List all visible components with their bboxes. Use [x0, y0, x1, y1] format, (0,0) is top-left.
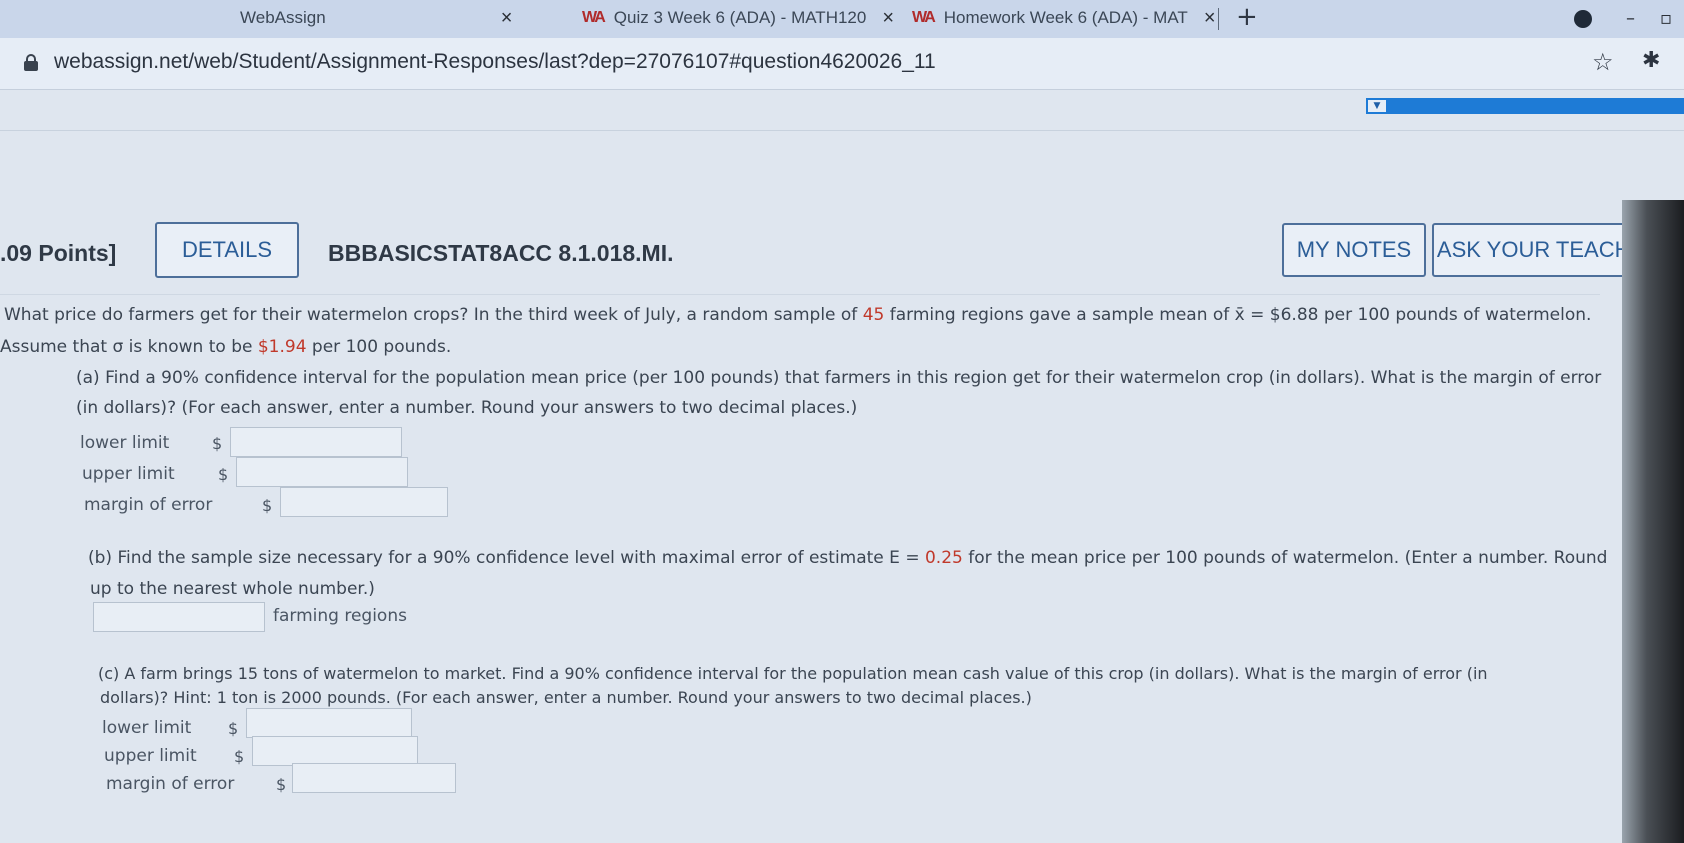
tab-quiz[interactable]: WA Quiz 3 Week 6 (ADA) - MATH120 ×	[582, 0, 894, 36]
tab-separator	[1218, 8, 1219, 30]
details-button[interactable]: DETAILS	[155, 222, 299, 278]
new-tab-icon[interactable]: +	[1236, 2, 1258, 32]
close-icon[interactable]: ×	[501, 7, 513, 30]
my-notes-button[interactable]: MY NOTES	[1282, 223, 1426, 277]
tab-strip: WebAssign × WA Quiz 3 Week 6 (ADA) - MAT…	[0, 0, 1684, 38]
part-b-sample-size-input[interactable]	[93, 602, 265, 632]
sample-size-value: 45	[862, 305, 885, 325]
restore-icon[interactable]: ▫	[1660, 8, 1672, 29]
part-b-prompt-2: up to the nearest whole number.)	[90, 579, 375, 599]
dollar-sign: $	[212, 434, 223, 453]
max-error-value: 0.25	[924, 548, 963, 568]
extensions-icon[interactable]: ✱	[1642, 48, 1660, 73]
upper-limit-label: upper limit	[104, 746, 197, 766]
part-a-upper-input[interactable]	[236, 457, 408, 487]
close-icon[interactable]: ×	[882, 7, 894, 30]
margin-of-error-label: margin of error	[84, 495, 213, 515]
part-c-prompt-1: (c) A farm brings 15 tons of watermelon …	[98, 664, 1488, 683]
lock-icon[interactable]	[24, 54, 38, 71]
lower-limit-label: lower limit	[102, 718, 192, 738]
chevron-down-icon[interactable]: ▼	[1368, 100, 1386, 112]
part-c-prompt-2: dollars)? Hint: 1 ton is 2000 pounds. (F…	[100, 688, 1032, 707]
part-a-prompt-1: (a) Find a 90% confidence interval for t…	[76, 368, 1602, 388]
margin-of-error-label: margin of error	[106, 774, 235, 794]
webassign-icon: WA	[582, 9, 606, 26]
minimize-icon[interactable]: –	[1626, 8, 1635, 29]
part-a-prompt-2: (in dollars)? (For each answer, enter a …	[76, 398, 858, 418]
tab-title: Homework Week 6 (ADA) - MAT	[943, 8, 1188, 27]
intro-line-1: What price do farmers get for their wate…	[4, 305, 1592, 325]
question-code: BBBASICSTAT8ACC 8.1.018.MI.	[328, 240, 674, 266]
dollar-sign: $	[228, 719, 239, 738]
intro-line-2: Assume that σ is known to be $1.94 per 1…	[0, 337, 452, 357]
upper-limit-label: upper limit	[82, 464, 175, 484]
part-c-moe-input[interactable]	[292, 763, 456, 793]
tab-webassign[interactable]: WebAssign ×	[240, 0, 512, 36]
farming-regions-unit: farming regions	[273, 606, 407, 626]
close-icon[interactable]: ×	[1204, 7, 1216, 30]
part-c-lower-input[interactable]	[246, 708, 412, 738]
lower-limit-label: lower limit	[80, 433, 170, 453]
dollar-sign: $	[276, 775, 287, 794]
part-a-lower-input[interactable]	[230, 427, 402, 457]
profile-icon[interactable]	[1574, 10, 1592, 28]
tab-title: Quiz 3 Week 6 (ADA) - MATH120	[613, 8, 867, 27]
webassign-icon: WA	[912, 9, 936, 26]
progress-bar: ▼	[1366, 98, 1684, 114]
address-bar: webassign.net/web/Student/Assignment-Res…	[0, 38, 1684, 90]
tab-title: WebAssign	[240, 8, 326, 27]
url-input[interactable]: webassign.net/web/Student/Assignment-Res…	[54, 50, 936, 74]
part-a-moe-input[interactable]	[280, 487, 448, 517]
dollar-sign: $	[218, 465, 229, 484]
bookmark-star-icon[interactable]: ☆	[1592, 48, 1614, 76]
dollar-sign: $	[262, 496, 273, 515]
dollar-sign: $	[234, 747, 245, 766]
divider	[0, 130, 1684, 131]
part-b-prompt-1: (b) Find the sample size necessary for a…	[88, 548, 1608, 568]
question-points: .09 Points]	[0, 240, 117, 266]
part-c-upper-input[interactable]	[252, 736, 418, 766]
tab-homework[interactable]: WA Homework Week 6 (ADA) - MAT ×	[912, 0, 1216, 36]
sigma-value: $1.94	[257, 337, 307, 357]
monitor-bezel	[1622, 200, 1684, 843]
